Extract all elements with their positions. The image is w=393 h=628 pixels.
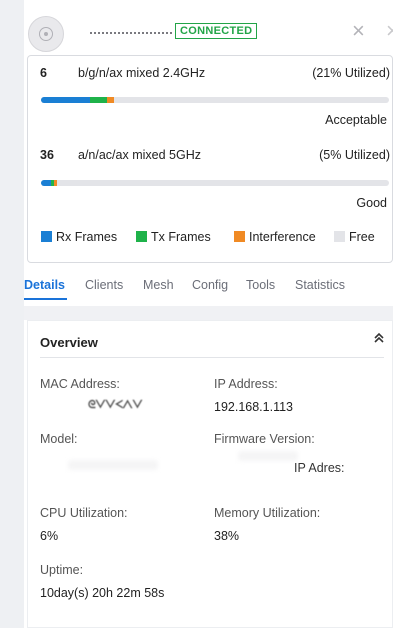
memory-value: 38% bbox=[214, 529, 240, 543]
cpu-value: 6% bbox=[40, 529, 59, 543]
legend-rx: Rx Frames bbox=[41, 230, 117, 244]
radio-utilization-card: 6 b/g/n/ax mixed 2.4GHz (21% Utilized) A… bbox=[27, 55, 393, 263]
ip-label: IP Address: bbox=[214, 377, 278, 391]
legend-interference: Interference bbox=[234, 230, 316, 244]
tab-clients[interactable]: Clients bbox=[85, 278, 123, 292]
rx-segment bbox=[41, 97, 90, 103]
legend-rx-label: Rx Frames bbox=[56, 230, 118, 244]
legend-free-label: Free bbox=[349, 230, 375, 244]
utilization-percent: (21% Utilized) bbox=[312, 66, 390, 80]
mac-value: ᘓᐯᐯᐸᐱᐯ bbox=[88, 399, 143, 411]
overview-divider bbox=[40, 357, 384, 358]
overview-title: Overview bbox=[40, 335, 98, 350]
tx-swatch bbox=[136, 231, 147, 242]
radio-mode: a/n/ac/ax mixed 5GHz bbox=[78, 148, 201, 162]
legend-tx-label: Tx Frames bbox=[151, 230, 211, 244]
status-badge: CONNECTED bbox=[175, 23, 258, 39]
close-icon-secondary[interactable]: × bbox=[386, 20, 393, 42]
model-label: Model: bbox=[40, 432, 78, 446]
utilization-percent: (5% Utilized) bbox=[319, 148, 390, 162]
left-panel-edge bbox=[0, 0, 24, 628]
legend-interference-label: Interference bbox=[249, 230, 316, 244]
firmware-value-redacted bbox=[238, 451, 298, 461]
interference-segment bbox=[107, 97, 114, 103]
tab-tools[interactable]: Tools bbox=[246, 278, 275, 292]
tx-segment bbox=[90, 97, 107, 103]
rx-swatch bbox=[41, 231, 52, 242]
section-gap bbox=[24, 306, 393, 320]
double-chevron-up-icon[interactable] bbox=[373, 332, 385, 347]
interference-swatch bbox=[234, 231, 245, 242]
tab-mesh[interactable]: Mesh bbox=[143, 278, 174, 292]
firmware-label: Firmware Version: bbox=[214, 432, 315, 446]
memory-label: Memory Utilization: bbox=[214, 506, 321, 520]
firmware-value: IP Adres: bbox=[294, 461, 345, 475]
mac-label: MAC Address: bbox=[40, 377, 120, 391]
close-icon[interactable]: × bbox=[352, 20, 365, 42]
free-swatch bbox=[334, 231, 345, 242]
device-header: CONNECTED × × bbox=[24, 6, 393, 54]
radio-mode: b/g/n/ax mixed 2.4GHz bbox=[78, 66, 206, 80]
ip-value: 192.168.1.113 bbox=[214, 400, 294, 414]
uptime-value: 10day(s) 20h 22m 58s bbox=[40, 586, 165, 600]
interference-segment bbox=[54, 180, 57, 186]
tab-config[interactable]: Config bbox=[192, 278, 228, 292]
channel-number: 36 bbox=[40, 148, 54, 162]
access-point-icon-dot bbox=[44, 32, 48, 36]
model-value-redacted bbox=[68, 460, 158, 470]
tab-details[interactable]: Details bbox=[24, 278, 65, 292]
detail-tabs: Details Clients Mesh Config Tools Statis… bbox=[24, 278, 393, 300]
legend-free: Free bbox=[334, 230, 375, 244]
quality-label: Acceptable bbox=[325, 113, 387, 127]
device-name bbox=[90, 30, 172, 34]
channel-number: 6 bbox=[40, 66, 47, 80]
device-avatar bbox=[28, 16, 64, 52]
legend-tx: Tx Frames bbox=[136, 230, 211, 244]
utilization-bar-5g bbox=[41, 180, 389, 186]
overview-card: Overview MAC Address: ᘓᐯᐯᐸᐱᐯ IP Address:… bbox=[27, 320, 393, 628]
uptime-label: Uptime: bbox=[40, 563, 84, 577]
utilization-legend: Rx Frames Tx Frames Interference Free bbox=[41, 230, 391, 246]
tab-statistics[interactable]: Statistics bbox=[295, 278, 345, 292]
collapse-glyph bbox=[374, 332, 384, 343]
active-tab-indicator bbox=[24, 298, 67, 300]
cpu-label: CPU Utilization: bbox=[40, 506, 128, 520]
utilization-bar-2g bbox=[41, 97, 389, 103]
rx-segment bbox=[41, 180, 51, 186]
quality-label: Good bbox=[356, 196, 387, 210]
